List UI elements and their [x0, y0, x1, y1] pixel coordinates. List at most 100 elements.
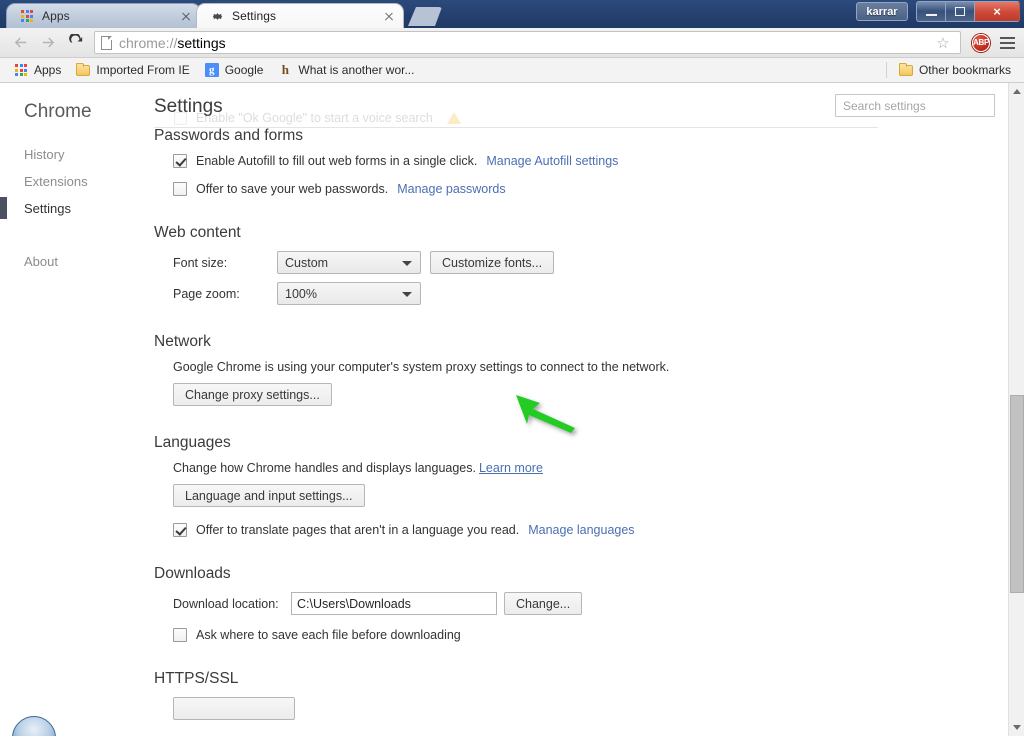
sidebar-item-about[interactable]: About: [0, 248, 154, 275]
section-title: Languages: [154, 434, 231, 451]
settings-header: Settings Enable "Ok Google" to start a v…: [154, 83, 1008, 128]
download-location-input[interactable]: C:\Users\Downloads: [291, 592, 497, 615]
page-info-icon[interactable]: [101, 35, 112, 50]
section-title: Web content: [154, 224, 241, 241]
section-passwords-and-forms: Passwords and forms Enable Autofill to f…: [154, 127, 1008, 196]
scroll-down-arrow[interactable]: [1009, 719, 1024, 736]
manage-languages-link[interactable]: Manage languages: [528, 523, 634, 537]
language-and-input-settings-button[interactable]: Language and input settings...: [173, 484, 365, 507]
search-settings-box[interactable]: [835, 94, 995, 117]
section-web-content: Web content Font size: Custom Customize …: [154, 224, 1008, 305]
font-size-select[interactable]: Custom: [277, 251, 421, 274]
chevron-down-icon: [402, 291, 412, 297]
tab-title: Settings: [232, 9, 277, 23]
chevron-down-icon: [402, 260, 412, 266]
customize-fonts-button[interactable]: Customize fonts...: [430, 251, 555, 274]
sidebar-item-history[interactable]: History: [0, 141, 154, 168]
search-input[interactable]: [843, 98, 987, 113]
sidebar-item-extensions[interactable]: Extensions: [0, 168, 154, 195]
save-passwords-checkbox[interactable]: [173, 182, 187, 196]
ask-where-to-save-checkbox[interactable]: [173, 628, 187, 642]
settings-page: Chrome History Extensions Settings About: [0, 83, 1024, 736]
back-button[interactable]: [6, 30, 34, 56]
sidebar-item-settings[interactable]: Settings: [0, 195, 154, 222]
row-offer-translate: Offer to translate pages that aren't in …: [173, 523, 1008, 537]
page-zoom-label: Page zoom:: [173, 286, 240, 301]
browser-toolbar: chrome://settings ☆ ABP: [0, 28, 1024, 58]
bookmark-google[interactable]: g Google: [197, 60, 271, 80]
section-network: Network Google Chrome is using your comp…: [154, 333, 1008, 406]
url-text: chrome://settings: [119, 35, 226, 51]
download-location-label: Download location:: [173, 596, 279, 611]
bookmarks-separator: [885, 62, 887, 78]
bookmark-apps[interactable]: Apps: [6, 60, 68, 80]
bookmark-label: Imported From IE: [96, 63, 190, 77]
section-languages: Languages Change how Chrome handles and …: [154, 434, 1008, 537]
google-favicon: g: [204, 63, 220, 77]
bookmarks-bar: Apps Imported From IE g Google h What is…: [0, 58, 1024, 83]
section-https-ssl: HTTPS/SSL: [154, 670, 1008, 725]
learn-more-link[interactable]: Learn more: [479, 461, 543, 475]
settings-sections: Passwords and forms Enable Autofill to f…: [154, 127, 1008, 736]
section-title: Passwords and forms: [154, 127, 304, 144]
maximize-button[interactable]: [945, 1, 974, 22]
section-title: Network: [154, 333, 211, 350]
tab-close-icon[interactable]: [178, 8, 194, 24]
ask-where-to-save-label: Ask where to save each file before downl…: [196, 628, 461, 642]
autofill-checkbox[interactable]: [173, 154, 187, 168]
bookmark-other-bookmarks[interactable]: Other bookmarks: [891, 60, 1018, 80]
tab-title: Apps: [42, 9, 70, 23]
sidebar-item-label: About: [24, 254, 58, 269]
checkbox: [174, 111, 187, 125]
chrome-menu-icon[interactable]: [996, 36, 1018, 49]
manage-passwords-link[interactable]: Manage passwords: [397, 182, 505, 196]
adblock-plus-icon[interactable]: ABP: [972, 33, 990, 52]
reload-button[interactable]: [62, 30, 90, 56]
row-ask-where-to-save: Ask where to save each file before downl…: [173, 628, 1008, 642]
page-scrollbar[interactable]: [1008, 83, 1024, 736]
languages-description-text: Change how Chrome handles and displays l…: [173, 461, 476, 475]
settings-content: Settings Enable "Ok Google" to start a v…: [154, 83, 1008, 736]
close-button[interactable]: ×: [974, 1, 1020, 22]
minimize-button[interactable]: [916, 1, 945, 22]
browser-window: Apps Settings karrar × chrome://settings…: [0, 0, 1024, 738]
new-tab-button[interactable]: [408, 7, 442, 26]
bookmark-label: Other bookmarks: [918, 63, 1011, 77]
autofill-label: Enable Autofill to fill out web forms in…: [196, 154, 478, 168]
sidebar-nav: History Extensions Settings About: [0, 141, 154, 275]
tab-settings[interactable]: Settings: [196, 3, 404, 28]
user-profile-button[interactable]: karrar: [856, 2, 908, 21]
bookmark-label: Apps: [34, 63, 62, 77]
forward-button[interactable]: [34, 30, 62, 56]
manage-autofill-settings-link[interactable]: Manage Autofill settings: [486, 154, 618, 168]
bookmark-what-is-another-word[interactable]: h What is another wor...: [270, 60, 421, 80]
chrome-brand-title: Chrome: [24, 101, 92, 122]
row-download-location: Download location: C:\Users\Downloads Ch…: [173, 592, 1008, 615]
section-title: HTTPS/SSL: [154, 670, 239, 687]
font-size-value: Custom: [285, 255, 329, 270]
manage-certificates-button[interactable]: [173, 697, 295, 720]
sidebar-item-label: History: [24, 147, 65, 162]
url-scheme: chrome://: [119, 34, 178, 51]
apps-grid-icon: [13, 64, 29, 76]
tab-apps[interactable]: Apps: [6, 3, 201, 28]
change-download-location-button[interactable]: Change...: [504, 592, 583, 615]
row-page-zoom: Page zoom: 100%: [173, 282, 1008, 305]
page-zoom-select[interactable]: 100%: [277, 282, 421, 305]
warning-triangle-icon: [446, 112, 461, 124]
scrollbar-thumb[interactable]: [1010, 395, 1024, 593]
folder-icon: [898, 62, 914, 76]
scrolled-ok-google-row: Enable "Ok Google" to start a voice sear…: [174, 111, 461, 125]
window-caption-controls: karrar ×: [856, 1, 1020, 22]
sidebar-item-label: Extensions: [24, 174, 88, 189]
row-enable-autofill: Enable Autofill to fill out web forms in…: [173, 154, 1008, 168]
translate-checkbox[interactable]: [173, 523, 187, 537]
bookmark-imported-from-ie[interactable]: Imported From IE: [68, 60, 196, 80]
bookmark-star-icon[interactable]: ☆: [932, 34, 954, 52]
row-font-size: Font size: Custom Customize fonts...: [173, 251, 1008, 274]
scroll-up-arrow[interactable]: [1009, 83, 1024, 100]
address-bar[interactable]: chrome://settings ☆: [94, 31, 961, 54]
change-proxy-settings-button[interactable]: Change proxy settings...: [173, 383, 332, 406]
tab-close-icon[interactable]: [381, 8, 397, 24]
folder-icon: [75, 62, 91, 76]
